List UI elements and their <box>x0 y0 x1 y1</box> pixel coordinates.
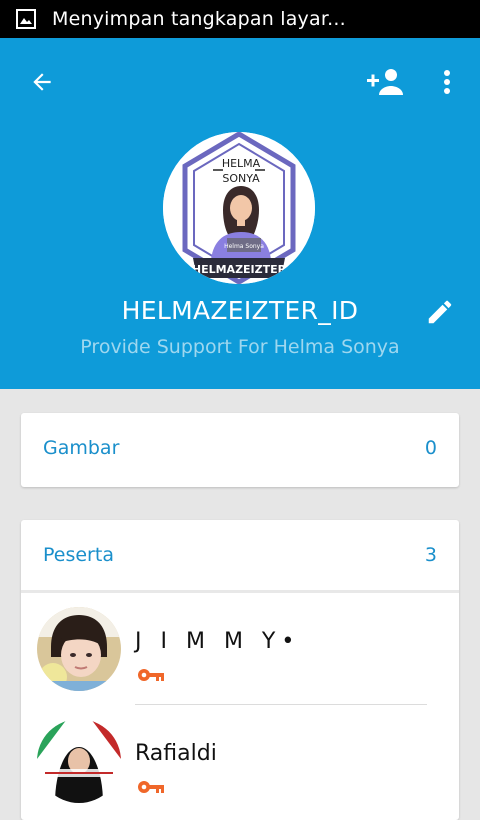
images-section-header[interactable]: Gambar 0 <box>21 413 459 483</box>
member-name: Rafialdi <box>135 741 217 766</box>
members-label: Peserta <box>43 544 114 566</box>
arrow-back-icon <box>33 73 51 91</box>
back-button[interactable] <box>20 60 64 104</box>
images-label: Gambar <box>43 437 120 459</box>
avatar[interactable] <box>37 607 121 691</box>
member-photo <box>37 719 121 803</box>
members-section-header[interactable]: Peserta 3 <box>21 520 459 590</box>
members-count: 3 <box>424 544 437 566</box>
member-row-rafialdi[interactable]: Rafialdi <box>21 705 459 817</box>
group-header: HELMA SONYA Helma Sonya HELMAZEIZTER HEL… <box>0 38 480 389</box>
person-add-icon <box>367 69 403 95</box>
more-vertical-icon <box>444 70 450 94</box>
member-name: J I M M Y• <box>135 629 301 654</box>
more-options-button[interactable] <box>430 60 464 104</box>
images-count: 0 <box>424 437 437 459</box>
logo-banner-text: HELMAZEIZTER <box>192 263 287 276</box>
group-avatar[interactable]: HELMA SONYA Helma Sonya HELMAZEIZTER <box>163 132 315 284</box>
group-description: Provide Support For Helma Sonya <box>80 336 400 358</box>
avatar[interactable] <box>37 719 121 803</box>
logo-shirt-text: Helma Sonya <box>224 243 264 250</box>
images-card: Gambar 0 <box>21 413 459 487</box>
member-row-jimmy[interactable]: J I M M Y• <box>21 593 459 705</box>
add-member-button[interactable] <box>360 60 408 104</box>
logo-text-helma: HELMA <box>222 157 261 170</box>
group-name: HELMAZEIZTER_ID <box>121 296 359 325</box>
status-notification-text: Menyimpan tangkapan layar... <box>52 8 346 30</box>
members-card: Peserta 3 J I M M Y• Rafialdi <box>21 520 459 820</box>
image-icon <box>16 9 36 29</box>
member-photo <box>37 607 121 691</box>
pencil-icon <box>428 300 452 324</box>
group-logo-image: HELMA SONYA Helma Sonya HELMAZEIZTER <box>163 132 315 284</box>
status-bar: Menyimpan tangkapan layar... <box>0 0 480 38</box>
key-icon <box>138 669 164 681</box>
logo-text-sonya: SONYA <box>222 172 260 185</box>
key-icon <box>138 781 164 793</box>
edit-group-button[interactable] <box>418 290 462 334</box>
